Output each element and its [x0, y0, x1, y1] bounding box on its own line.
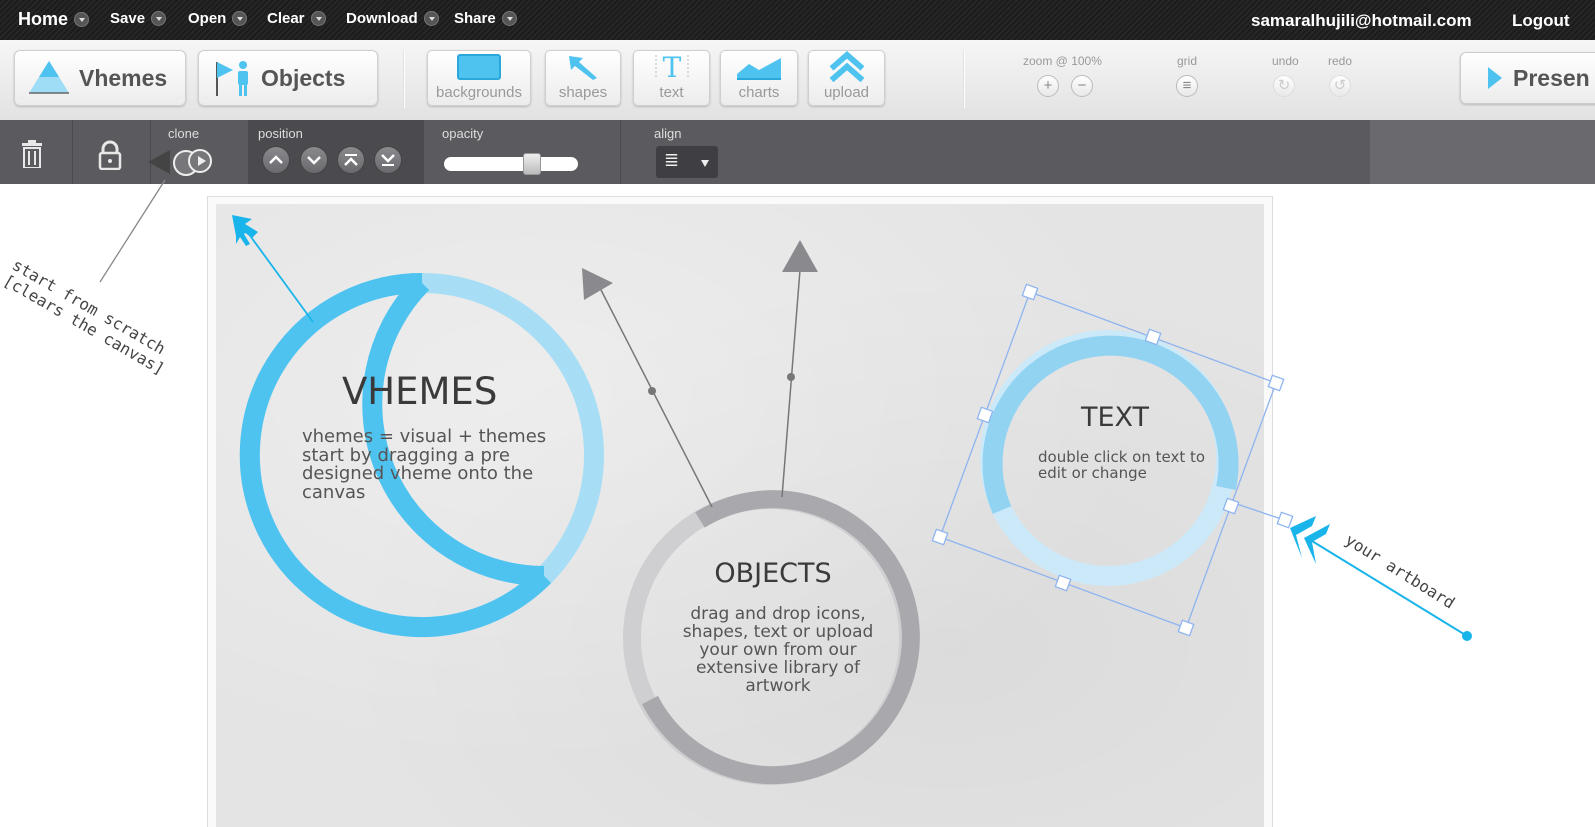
menu-download[interactable]: Download [346, 10, 439, 27]
objects-description[interactable]: drag and drop icons, shapes, text or upl… [673, 605, 883, 695]
text-title[interactable]: TEXT [1070, 402, 1160, 433]
undo-label: undo [1272, 54, 1299, 68]
zoom-in-button[interactable]: + [1037, 75, 1059, 97]
menu-home[interactable]: Home [18, 9, 90, 30]
present-button[interactable]: Presen [1460, 52, 1595, 104]
chevron-down-icon[interactable] [74, 12, 90, 27]
bring-to-front-icon [344, 154, 358, 166]
position-controls: position [248, 120, 424, 184]
chevron-down-icon[interactable] [501, 11, 517, 26]
text-description[interactable]: double click on text to edit or change [1038, 449, 1213, 481]
align-left-icon: ≣ [664, 150, 680, 170]
objects-icon [216, 61, 248, 96]
menu-home-label: Home [18, 9, 69, 29]
text-label: text [659, 84, 684, 101]
text-button[interactable]: T text [633, 50, 710, 106]
chevron-down-icon[interactable] [232, 11, 248, 26]
shapes-label: shapes [558, 84, 608, 101]
menu-share[interactable]: Share [454, 10, 517, 27]
clone-icon[interactable] [148, 146, 218, 178]
play-icon [1488, 67, 1502, 89]
main-toolbar: Vhemes Objects backgrounds shapes T text [0, 40, 1595, 120]
upload-button[interactable]: upload [808, 50, 885, 106]
lock-icon[interactable] [97, 140, 123, 170]
vhemes-description[interactable]: vhemes = visual + themes start by draggi… [302, 427, 572, 502]
area-chart-icon [737, 58, 781, 80]
properties-bar-end [1370, 120, 1595, 184]
divider [620, 120, 621, 184]
objects-title[interactable]: OBJECTS [688, 558, 858, 589]
grid-label: grid [1177, 54, 1198, 68]
move-down-button[interactable] [300, 146, 328, 174]
align-dropdown[interactable]: ≣ [656, 146, 718, 178]
cursor-arrow-icon [569, 56, 597, 80]
vhemes-logo-icon [29, 61, 69, 94]
opacity-label: opacity [442, 126, 484, 141]
chevron-down-icon[interactable] [310, 11, 326, 26]
upload-chevron-icon [829, 51, 864, 82]
toolbar-divider [963, 50, 965, 108]
redo-label: redo [1328, 54, 1353, 68]
send-to-back-button[interactable] [374, 146, 402, 174]
vhemes-button-label: Vhemes [79, 64, 168, 91]
send-to-back-icon [381, 154, 395, 166]
menu-open[interactable]: Open [188, 10, 248, 27]
menu-share-label: Share [454, 10, 496, 27]
trash-icon[interactable] [20, 140, 44, 168]
chevron-down-icon[interactable] [423, 11, 439, 26]
opacity-slider-track[interactable] [444, 157, 578, 171]
menu-save[interactable]: Save [110, 10, 167, 27]
zoom-label: zoom @ 100% [1023, 54, 1102, 68]
logout-link[interactable]: Logout [1512, 11, 1570, 31]
top-menu-bar: Home Save Open Clear Download Share sama… [0, 0, 1595, 40]
menu-clear-label: Clear [267, 10, 305, 27]
chevron-down-icon [307, 156, 321, 165]
toolbar-divider [403, 50, 405, 108]
backgrounds-button[interactable]: backgrounds [427, 50, 531, 106]
objects-button-label: Objects [261, 64, 346, 91]
backgrounds-label: backgrounds [436, 84, 522, 101]
clone-label: clone [168, 126, 200, 141]
chevron-up-icon [269, 155, 283, 164]
svg-text:T: T [662, 52, 681, 82]
user-email[interactable]: samaralhujili@hotmail.com [1251, 11, 1472, 31]
position-label: position [258, 126, 303, 141]
redo-button[interactable]: ↺ [1329, 75, 1351, 97]
menu-open-label: Open [188, 10, 227, 27]
grid-toggle-button[interactable]: ≡ [1176, 75, 1198, 97]
align-label: align [654, 126, 682, 141]
present-button-label: Presen [1513, 64, 1590, 91]
text-t-icon: T [655, 52, 688, 82]
backgrounds-icon [457, 54, 501, 80]
shapes-button[interactable]: shapes [545, 50, 621, 106]
vhemes-title[interactable]: VHEMES [342, 370, 497, 413]
upload-label: upload [823, 84, 870, 101]
menu-download-label: Download [346, 10, 418, 27]
object-properties-bar: clone position opacity align [0, 120, 1595, 184]
chevron-down-icon[interactable] [151, 11, 167, 26]
bring-to-front-button[interactable] [337, 146, 365, 174]
vhemes-button[interactable]: Vhemes [14, 50, 186, 106]
menu-clear[interactable]: Clear [267, 10, 326, 27]
zoom-out-button[interactable]: − [1071, 75, 1093, 97]
objects-button[interactable]: Objects [198, 50, 378, 106]
charts-button[interactable]: charts [720, 50, 798, 106]
divider [72, 120, 73, 184]
opacity-slider-handle[interactable] [522, 153, 541, 175]
dropdown-arrow-icon [701, 160, 709, 167]
menu-save-label: Save [110, 10, 146, 27]
undo-button[interactable]: ↻ [1273, 75, 1295, 97]
move-up-button[interactable] [262, 146, 290, 174]
charts-label: charts [738, 84, 780, 101]
artboard[interactable] [216, 204, 1264, 827]
